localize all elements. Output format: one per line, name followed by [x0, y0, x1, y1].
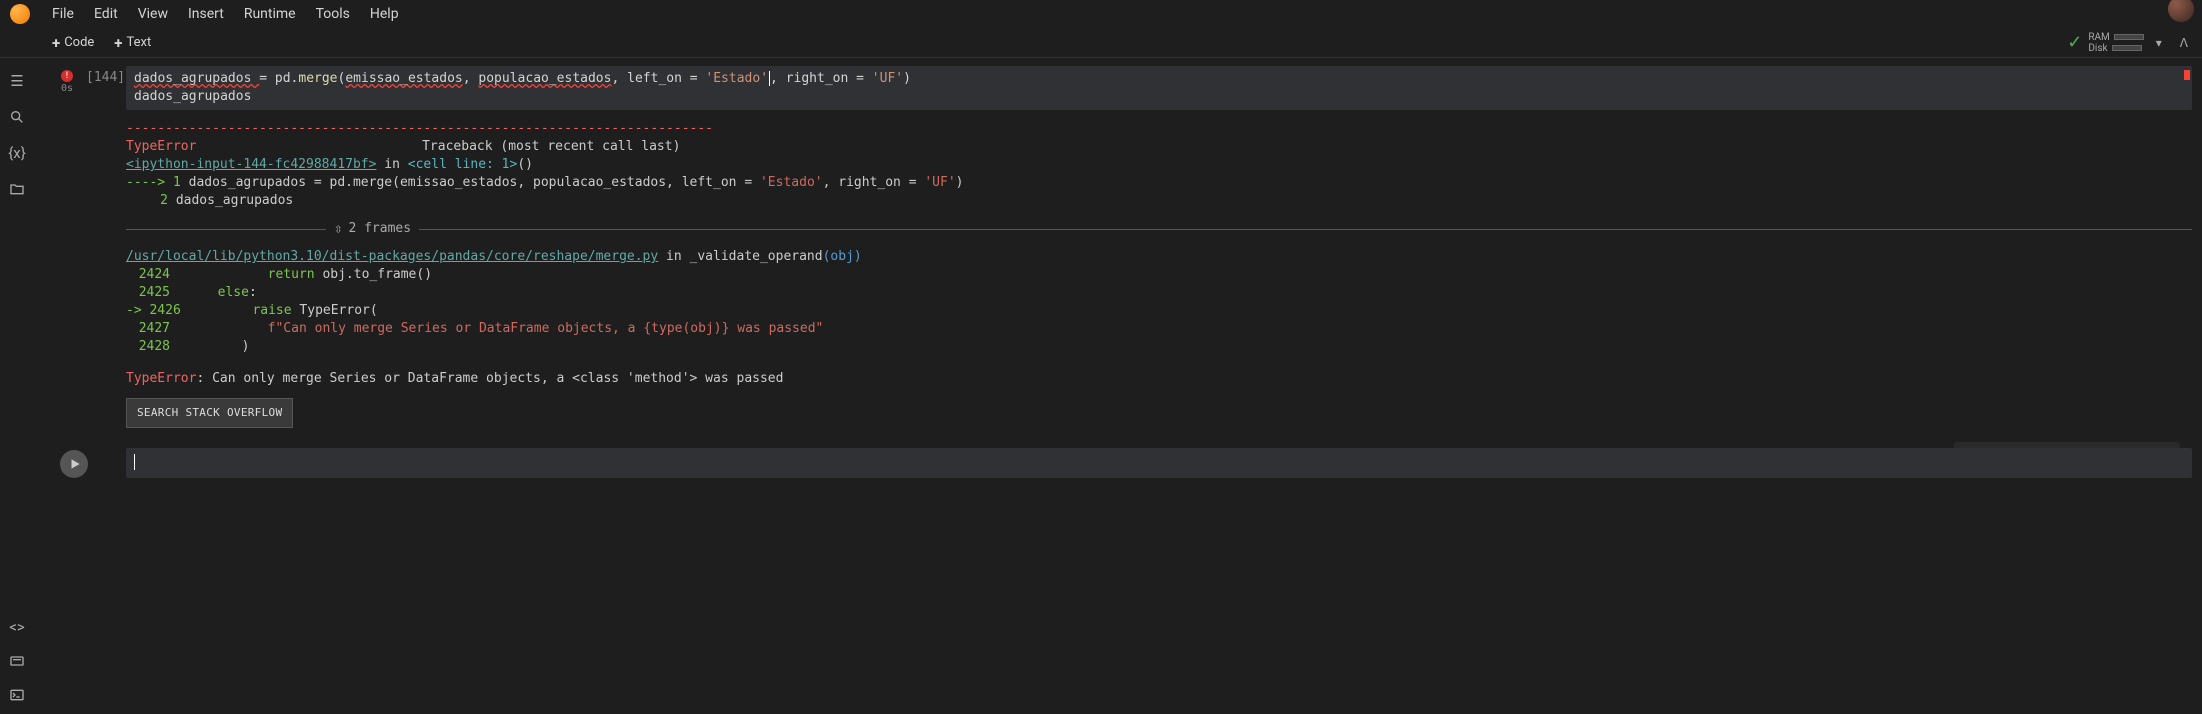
- expand-icon: ⇳: [334, 220, 342, 238]
- exec-time: 0s: [61, 83, 73, 94]
- code-cell[interactable]: ↑ ↓ ⋮: [44, 448, 2192, 478]
- search-stack-overflow-button[interactable]: SEARCH STACK OVERFLOW: [126, 398, 293, 428]
- toc-icon[interactable]: ☰: [8, 72, 26, 90]
- colab-logo: [10, 4, 30, 24]
- cursor: [134, 454, 135, 470]
- notebook-area: ! 0s [144] dados_agrupados = pd.merge(em…: [34, 58, 2202, 714]
- code-editor[interactable]: [126, 448, 2192, 478]
- files-icon[interactable]: [8, 180, 26, 198]
- top-menu: File Edit View Insert Runtime Tools Help: [0, 0, 2202, 28]
- add-text-button[interactable]: + Text: [104, 30, 161, 56]
- ram-label: RAM: [2088, 32, 2109, 43]
- check-icon: ✓: [2067, 32, 2082, 53]
- menu-file[interactable]: File: [42, 2, 84, 26]
- final-error-msg: : Can only merge Series or DataFrame obj…: [196, 371, 783, 386]
- add-text-label: Text: [126, 35, 151, 50]
- left-rail: ☰ {x} <>: [0, 58, 34, 714]
- ram-bar: [2114, 34, 2144, 40]
- code-cell[interactable]: ! 0s [144] dados_agrupados = pd.merge(em…: [44, 66, 2192, 428]
- disk-label: Disk: [2088, 43, 2107, 54]
- variables-icon[interactable]: {x}: [8, 144, 26, 162]
- code-editor[interactable]: dados_agrupados = pd.merge(emissao_estad…: [126, 66, 2192, 110]
- command-palette-icon[interactable]: [8, 652, 26, 670]
- plus-icon: +: [52, 34, 60, 52]
- plus-icon: +: [114, 34, 122, 52]
- insert-toolbar: + Code + Text ✓ RAM Disk ▾ ᐱ: [0, 28, 2202, 58]
- run-button[interactable]: [60, 450, 88, 478]
- resource-dropdown[interactable]: ▾: [2150, 34, 2168, 52]
- ipython-link[interactable]: <ipython-input-144-fc42988417bf>: [126, 157, 376, 172]
- menu-view[interactable]: View: [128, 2, 178, 26]
- error-icon: !: [61, 70, 73, 82]
- error-marker: [2184, 70, 2190, 80]
- traceback-divider: ----------------------------------------…: [126, 120, 2192, 138]
- search-icon[interactable]: [8, 108, 26, 126]
- collapse-toolbar[interactable]: ᐱ: [2174, 34, 2194, 52]
- cell-output: ----------------------------------------…: [126, 120, 2192, 428]
- add-code-label: Code: [64, 35, 94, 50]
- frames-count: 2 frames: [348, 220, 411, 238]
- exec-count: [144]: [86, 70, 125, 85]
- code-snippets-icon[interactable]: <>: [8, 618, 26, 636]
- menu-help[interactable]: Help: [360, 2, 409, 26]
- traceback-label: Traceback (most recent call last): [422, 139, 680, 154]
- terminal-icon[interactable]: [8, 686, 26, 704]
- disk-bar: [2112, 45, 2142, 51]
- menu-edit[interactable]: Edit: [84, 2, 128, 26]
- merge-py-link[interactable]: /usr/local/lib/python3.10/dist-packages/…: [126, 249, 658, 264]
- final-error-type: TypeError: [126, 371, 196, 386]
- resource-indicator[interactable]: ✓ RAM Disk ▾ ᐱ: [2067, 32, 2194, 54]
- avatar[interactable]: [2168, 0, 2194, 22]
- menu-runtime[interactable]: Runtime: [234, 2, 306, 26]
- cell-gutter: ! 0s: [44, 70, 90, 94]
- menu-tools[interactable]: Tools: [306, 2, 360, 26]
- error-type: TypeError: [126, 139, 196, 154]
- menu-insert[interactable]: Insert: [178, 2, 234, 26]
- add-code-button[interactable]: + Code: [42, 30, 104, 56]
- frames-toggle[interactable]: ⇳ 2 frames: [126, 220, 2192, 238]
- ram-disk-meter: RAM Disk: [2088, 32, 2143, 54]
